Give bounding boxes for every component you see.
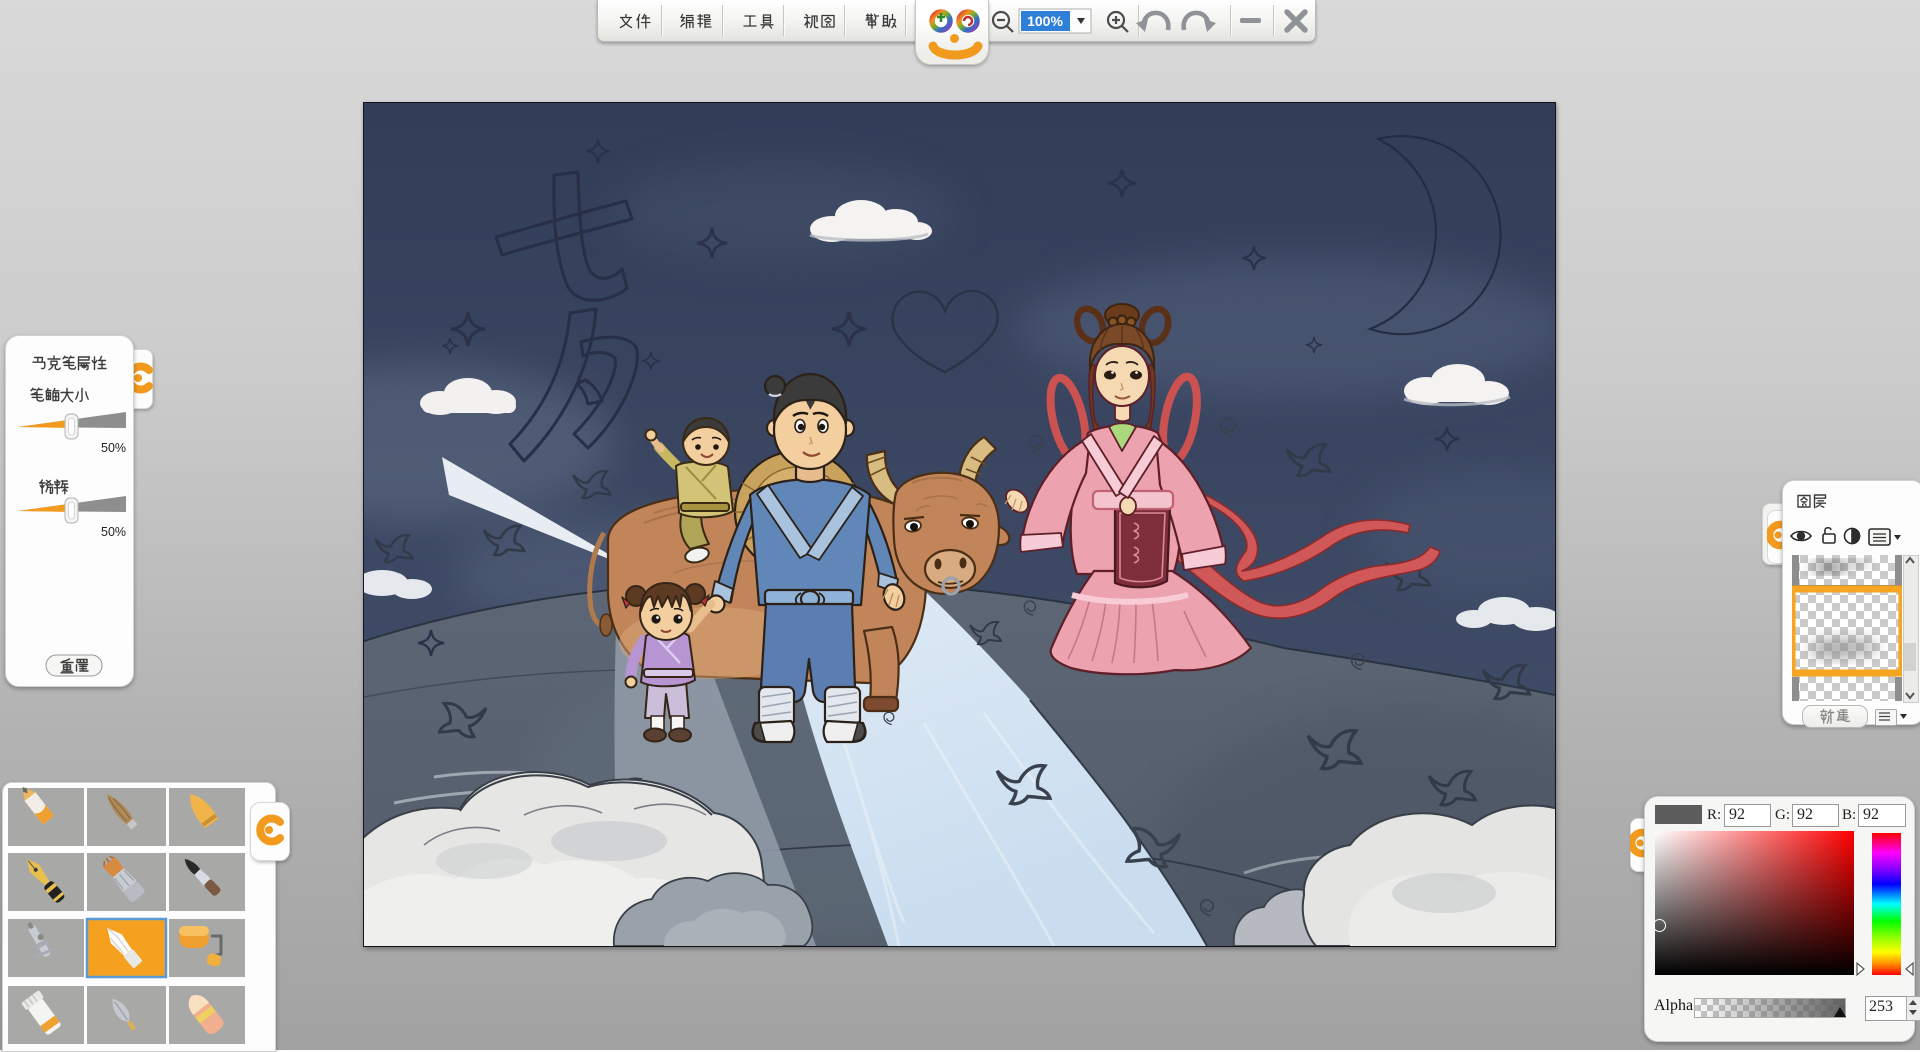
svg-text:100%: 100% (1027, 13, 1063, 29)
svg-text:50%: 50% (101, 441, 126, 455)
svg-text:50%: 50% (101, 525, 126, 539)
